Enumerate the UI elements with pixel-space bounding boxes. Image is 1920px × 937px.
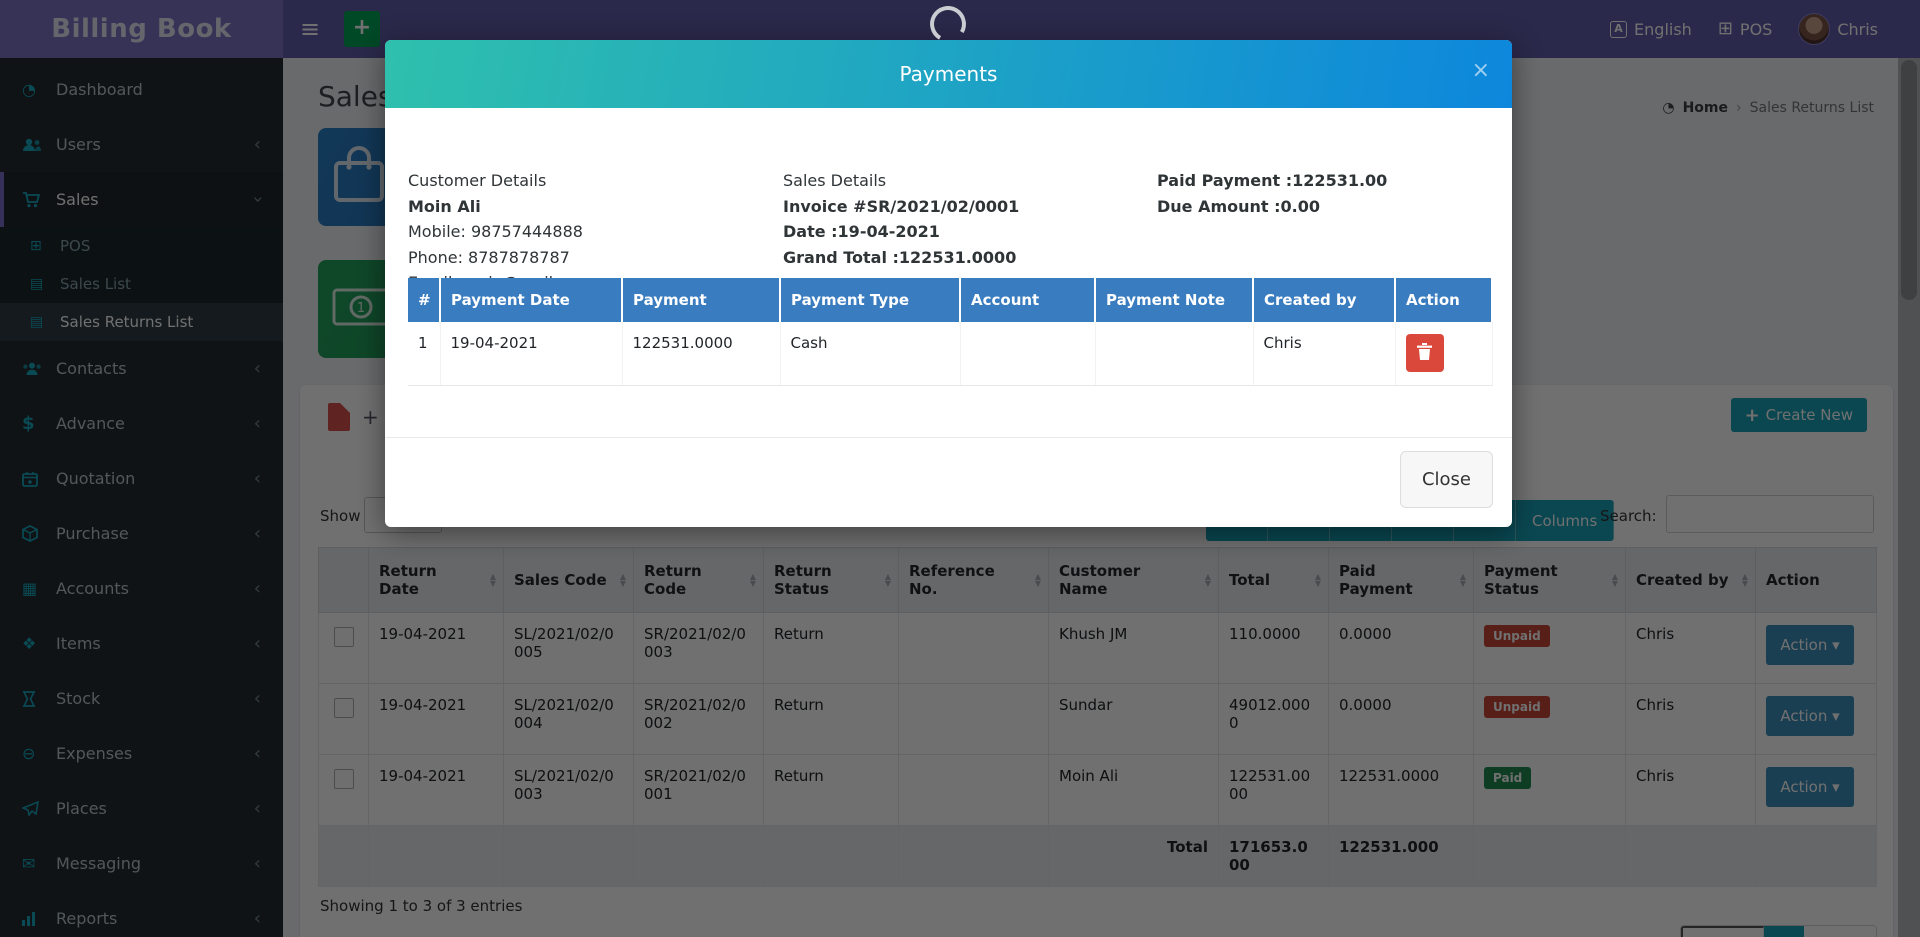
trash-icon <box>1417 343 1432 363</box>
customer-details-heading: Customer Details <box>408 168 783 194</box>
payments-modal: Payments × Customer Details Moin Ali Mob… <box>385 40 1512 527</box>
payments-table: # Payment Date Payment Payment Type Acco… <box>408 278 1493 386</box>
close-button[interactable]: Close <box>1400 451 1493 508</box>
payments-header-row: # Payment Date Payment Payment Type Acco… <box>408 278 1492 322</box>
customer-name: Moin Ali <box>408 194 783 220</box>
due-amount: Due Amount :0.00 <box>1157 194 1492 220</box>
invoice-number: Invoice #SR/2021/02/0001 <box>783 194 1157 220</box>
modal-title: Payments <box>385 40 1512 108</box>
customer-details: Customer Details Moin Ali Mobile: 987574… <box>408 168 783 296</box>
modal-header: Payments × <box>385 40 1512 108</box>
modal-footer: Close <box>385 437 1512 527</box>
sales-details-heading: Sales Details <box>783 168 1157 194</box>
invoice-date: Date :19-04-2021 <box>783 219 1157 245</box>
payment-info: Customer Details Moin Ali Mobile: 987574… <box>408 168 1492 296</box>
sales-details: Sales Details Invoice #SR/2021/02/0001 D… <box>783 168 1157 296</box>
payment-summary: Paid Payment :122531.00 Due Amount :0.00 <box>1157 168 1492 296</box>
customer-mobile: Mobile: 98757444888 <box>408 219 783 245</box>
grand-total: Grand Total :122531.0000 <box>783 245 1157 271</box>
close-icon[interactable]: × <box>1472 60 1490 82</box>
paid-payment: Paid Payment :122531.00 <box>1157 168 1492 194</box>
delete-payment-button[interactable] <box>1406 334 1444 372</box>
payment-row: 1 19-04-2021 122531.0000 Cash Chris <box>408 322 1492 385</box>
customer-phone: Phone: 8787878787 <box>408 245 783 271</box>
